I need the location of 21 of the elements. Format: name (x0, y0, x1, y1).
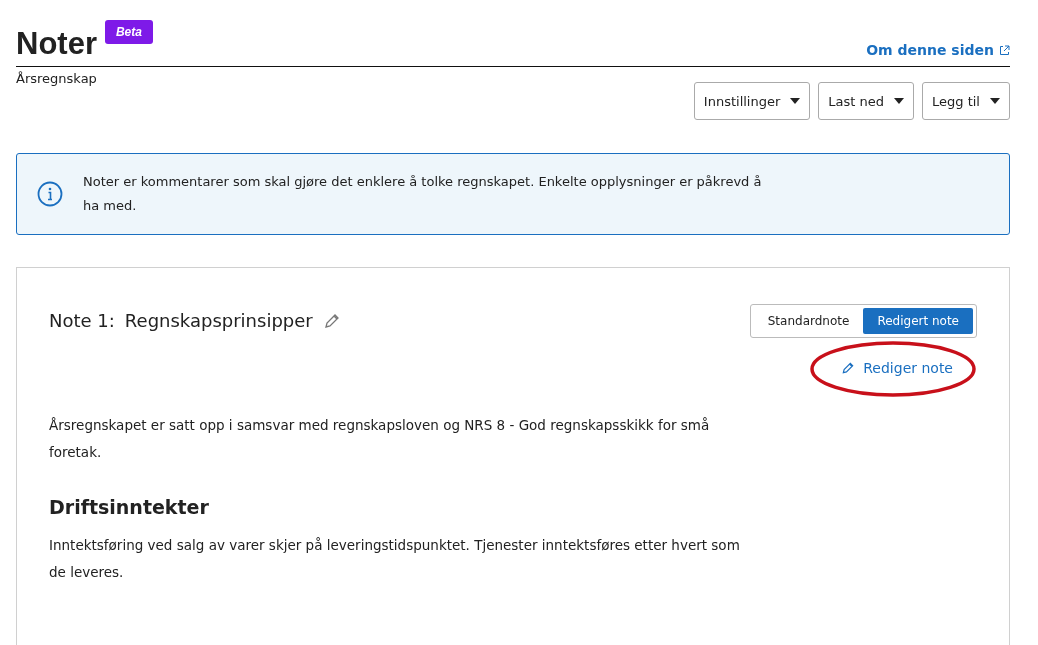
subtitle: Årsregnskap (16, 71, 98, 86)
note-paragraph: Årsregnskapet er satt opp i samsvar med regnskapsloven og NRS 8 - God regnskapsskikk for små foretak. (49, 416, 711, 462)
note-number: Note 1: (49, 310, 115, 331)
dropdown-button[interactable]: Last ned (818, 82, 914, 120)
dropdown-button[interactable]: Legg til (922, 82, 1010, 120)
note-title: Regnskapsprinsipper (124, 310, 313, 331)
about-page-link[interactable]: Om denne siden (866, 42, 1010, 58)
page-title: Noter (16, 26, 97, 62)
toggle-option[interactable]: Redigert note (863, 308, 973, 334)
caret-icon (894, 98, 904, 104)
beta-badge: Beta (104, 20, 153, 44)
dropdown-button[interactable]: Innstillinger (693, 82, 811, 120)
caret-icon (990, 98, 1000, 104)
external-link-icon (999, 44, 1010, 56)
caret-icon (790, 98, 801, 104)
pencil-icon (841, 361, 856, 375)
note-paragraph: Inntektsføring ved salg av varer skjer på leveringstidspunktet. Tjenester inntektsføres etter hvert som de leveres. (49, 536, 741, 582)
info-text: Noter er kommentarer som skal gjøre det enklere å tolke regnskapet. Enkelte opplysninger er påkrevd å ha med. (83, 173, 763, 215)
info-icon (37, 181, 63, 207)
edit-note-link[interactable]: Rediger note (841, 360, 953, 376)
section-heading: Driftsinntekter (49, 496, 210, 518)
